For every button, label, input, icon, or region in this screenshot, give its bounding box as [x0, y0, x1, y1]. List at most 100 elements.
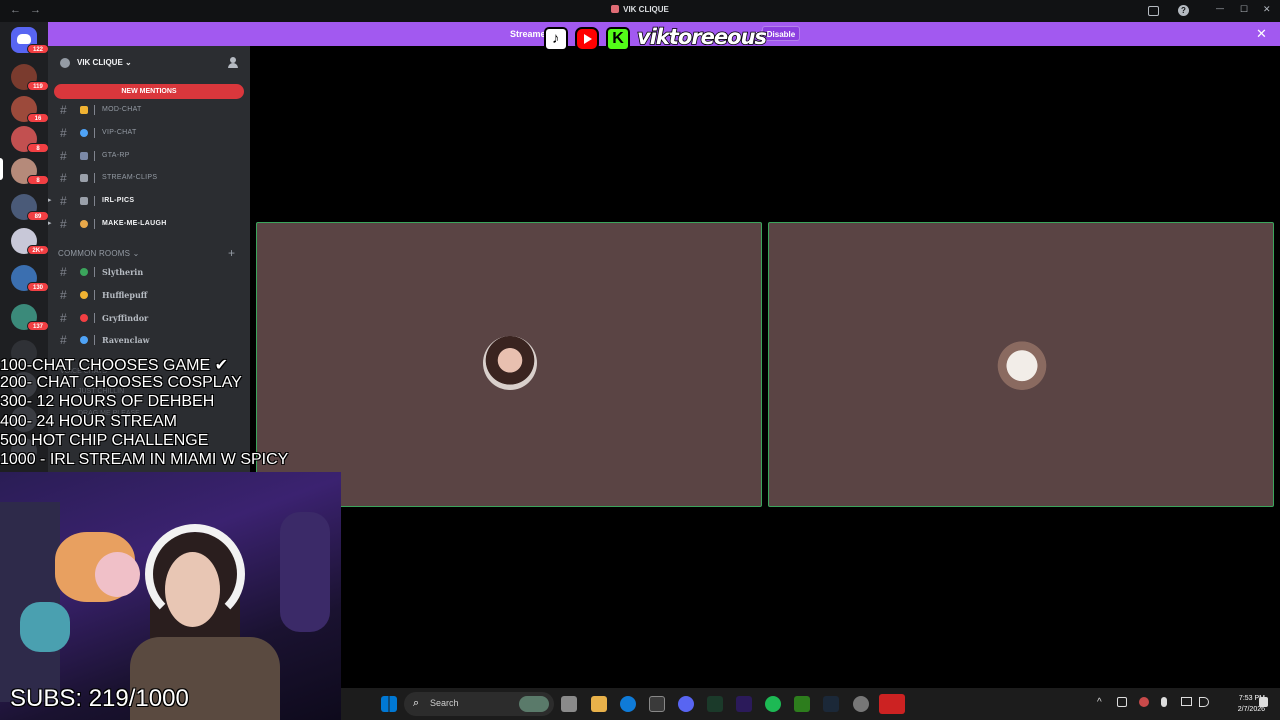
title-bar: ← → VIK CLIQUE ? — ☐ ✕: [0, 0, 1280, 22]
file-explorer-icon[interactable]: [591, 696, 607, 712]
help-icon[interactable]: ?: [1178, 5, 1189, 16]
disable-streamer-mode-button[interactable]: Disable: [762, 26, 800, 41]
search-highlight-image: [519, 696, 549, 712]
channel-mod-chat[interactable]: # MOD-CHAT: [48, 100, 250, 120]
youtube-icon: [575, 27, 599, 51]
window-title-text: VIK CLIQUE: [623, 5, 669, 14]
tray-overflow-chevron-icon[interactable]: ^: [1097, 697, 1102, 708]
text-channel-icon: #: [60, 265, 67, 279]
plush-toy: [20, 602, 70, 652]
category-common-rooms[interactable]: COMMON ROOMS ⌄: [58, 249, 140, 258]
divider: [94, 267, 95, 277]
network-icon[interactable]: [1181, 697, 1192, 706]
gem-emoji-icon: [80, 129, 88, 137]
channel-gryffindor[interactable]: # Gryffindor: [48, 308, 250, 328]
minecraft-icon[interactable]: [794, 696, 810, 712]
store-icon[interactable]: [649, 696, 665, 712]
server-icon-5[interactable]: 89: [11, 194, 49, 221]
inbox-icon[interactable]: [1148, 6, 1159, 16]
plush-toy: [95, 552, 140, 597]
text-channel-icon: #: [60, 194, 67, 208]
goal-line: 1000 - IRL STREAM IN MIAMI W SPICY: [0, 451, 289, 468]
channel-hufflepuff[interactable]: # Hufflepuff: [48, 285, 250, 305]
text-channel-icon: #: [60, 126, 67, 140]
edge-browser-icon[interactable]: [620, 696, 636, 712]
voice-participant-tile[interactable]: [256, 222, 762, 507]
server-badge: 130: [27, 282, 49, 292]
channel-vip-chat[interactable]: # VIP-CHAT: [48, 123, 250, 143]
notifications-bell-icon[interactable]: [1259, 697, 1268, 707]
direct-messages-home-button[interactable]: 122: [11, 27, 49, 54]
microphone-icon[interactable]: [1161, 697, 1167, 707]
start-windows-icon[interactable]: [381, 696, 397, 712]
active-app-icon[interactable]: [879, 694, 905, 714]
server-icon-1[interactable]: 119: [11, 64, 49, 91]
steam-icon[interactable]: [823, 696, 839, 712]
channel-label: Ravenclaw: [102, 335, 150, 345]
server-icon-3[interactable]: 8: [11, 126, 49, 153]
server-icon-8[interactable]: 137: [11, 304, 49, 331]
server-icon-6[interactable]: 2K+: [11, 228, 49, 255]
obs-icon[interactable]: [853, 696, 869, 712]
spotify-icon[interactable]: [765, 696, 781, 712]
new-mentions-pill[interactable]: NEW MENTIONS: [54, 84, 244, 99]
clock-time: 7:53 PM: [1238, 695, 1265, 702]
close-window-icon[interactable]: ✕: [1263, 4, 1271, 15]
goal-line: 500 HOT CHIP CHALLENGE: [0, 432, 209, 449]
server-badge: 2K+: [27, 245, 49, 255]
channel-irl-pics[interactable]: ▸ # IRL-PICS: [48, 191, 250, 211]
channel-label: MOD-CHAT: [102, 106, 142, 113]
search-icon: ⌕: [413, 697, 420, 709]
system-clock[interactable]: 7:53 PM 2/7/2026: [1215, 693, 1265, 715]
window-title: VIK CLIQUE: [0, 5, 1280, 14]
channel-slytherin[interactable]: # Slytherin: [48, 262, 250, 282]
server-badge: 119: [27, 81, 49, 91]
voice-participant-tile[interactable]: [768, 222, 1274, 507]
channel-label: STREAM-CLIPS: [102, 174, 158, 181]
tray-app-icon[interactable]: [1117, 697, 1127, 707]
minimize-icon[interactable]: —: [1216, 4, 1224, 13]
volume-icon[interactable]: [1199, 697, 1209, 707]
server-icon-2[interactable]: 16: [11, 96, 49, 123]
premiere-icon[interactable]: [736, 696, 752, 712]
discord-icon[interactable]: [678, 696, 694, 712]
server-badge: 8: [27, 175, 49, 185]
channel-label: MAKE-ME-LAUGH: [102, 220, 167, 227]
channel-make-me-laugh[interactable]: ▸ # MAKE-ME-LAUGH: [48, 214, 250, 234]
channel-ravenclaw[interactable]: # Ravenclaw: [48, 330, 250, 350]
divider: [94, 219, 95, 229]
create-channel-plus-icon[interactable]: +: [228, 246, 235, 260]
channel-label: IRL-PICS: [102, 197, 135, 204]
server-badge: 8: [27, 143, 49, 153]
participant-avatar: [483, 336, 537, 390]
subs-counter: SUBS: 219/1000: [10, 685, 189, 712]
goal-line: 100-CHAT CHOOSES GAME ✔: [0, 357, 228, 374]
goal-line: 200- CHAT CHOOSES COSPLAY: [0, 374, 242, 391]
goal-line: 300- 12 HOURS OF DEHBEH: [0, 393, 215, 410]
server-badge: 137: [27, 321, 49, 331]
invite-people-icon[interactable]: [228, 57, 238, 68]
channel-label: Slytherin: [102, 267, 144, 277]
tray-app-icon[interactable]: [1139, 697, 1149, 707]
xbox-icon[interactable]: [707, 696, 723, 712]
channel-stream-clips[interactable]: # STREAM-CLIPS: [48, 168, 250, 188]
divider: [94, 313, 95, 323]
server-icon-7[interactable]: 130: [11, 265, 49, 292]
server-icon-vik-clique[interactable]: 8: [11, 158, 49, 185]
server-badge: 16: [27, 113, 49, 123]
task-view-icon[interactable]: [561, 696, 577, 712]
home-badge: 122: [27, 44, 49, 54]
channel-label: VIP-CHAT: [102, 129, 137, 136]
divider: [94, 290, 95, 300]
channel-gta-rp[interactable]: # GTA-RP: [48, 146, 250, 166]
laugh-emoji-icon: [80, 220, 88, 228]
text-channel-icon: #: [60, 217, 67, 231]
close-icon[interactable]: ✕: [1256, 26, 1267, 42]
server-header[interactable]: VIK CLIQUE ⌄: [48, 46, 250, 80]
streamer-handle: viktoreeous: [636, 24, 768, 50]
blue-heart-emoji-icon: [80, 336, 88, 344]
maximize-icon[interactable]: ☐: [1240, 4, 1248, 15]
text-channel-icon: #: [60, 311, 67, 325]
channel-label: GTA-RP: [102, 152, 130, 159]
taskbar-search[interactable]: ⌕ Search: [404, 692, 554, 716]
